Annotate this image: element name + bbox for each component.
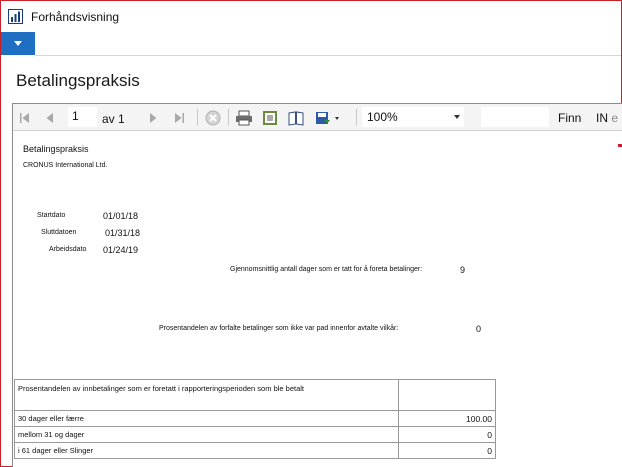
report-viewer: 1 av 1 100% Finn IN e Betalingspraksis C…: [12, 103, 622, 467]
next-button[interactable]: IN e: [596, 111, 618, 125]
print-layout-icon[interactable]: [288, 109, 304, 126]
toolbar-divider: [228, 109, 229, 126]
table-row-value: 100.00: [398, 410, 496, 427]
table-row: i 61 dager eller Slinger 0: [14, 442, 496, 459]
zoom-select[interactable]: 100%: [362, 107, 464, 127]
toolbar-divider: [356, 109, 357, 126]
zoom-value: 100%: [367, 110, 398, 124]
table-header-cell: Prosentandelen av innbetalinger som er f…: [14, 379, 399, 411]
find-button[interactable]: Finn: [558, 111, 581, 125]
next-label-text: IN: [596, 111, 608, 125]
toolbar-divider: [197, 109, 198, 126]
avg-days-label: Gjennomsnittlig antall dager som er tatt…: [230, 266, 423, 273]
divider: [35, 55, 621, 56]
end-date-value: 01/31/18: [105, 228, 141, 238]
next-label-faded: e: [611, 111, 619, 125]
table-row-value: 0: [398, 442, 496, 459]
pct-overdue-value: 0: [476, 324, 482, 334]
next-page-icon[interactable]: [147, 109, 159, 126]
table-row-value: 0: [398, 426, 496, 443]
avg-days-value: 9: [460, 265, 466, 275]
pct-overdue-label: Prosentandelen av forfalte betalinger so…: [159, 325, 399, 332]
stop-icon[interactable]: [205, 109, 221, 126]
start-date-value: 01/01/18: [103, 211, 139, 221]
table-header-value-cell: [398, 379, 496, 411]
start-date-label: Startdato: [37, 212, 66, 219]
page-setup-icon[interactable]: [262, 109, 278, 126]
app-menu-button[interactable]: [1, 32, 35, 55]
company-name: CRONUS International Ltd.: [23, 162, 108, 169]
work-date-value: 01/24/19: [103, 245, 139, 255]
chevron-down-icon: [454, 115, 460, 119]
last-page-icon[interactable]: [173, 109, 185, 126]
work-date-label: Arbeidsdato: [49, 246, 87, 253]
report-toolbar: 1 av 1 100% Finn IN e: [13, 104, 622, 131]
table-row-label: mellom 31 og dager: [14, 426, 399, 443]
find-input[interactable]: [481, 107, 549, 127]
table-row-label: 30 dager eller færre: [14, 410, 399, 427]
table-row: 30 dager eller færre 100.00: [14, 410, 496, 427]
table-row: mellom 31 og dager 0: [14, 426, 496, 443]
page-title: Betalingspraksis: [16, 71, 140, 90]
report-title: Betalingspraksis: [23, 144, 89, 154]
end-date-label: Sluttdatoen: [41, 229, 77, 236]
payment-period-table: Prosentandelen av innbetalinger som er f…: [14, 379, 496, 459]
first-page-icon[interactable]: [19, 109, 31, 126]
export-icon[interactable]: [314, 109, 342, 126]
report-chart-icon: [8, 9, 23, 24]
print-icon[interactable]: [235, 109, 253, 126]
page-count-label: av 1: [102, 112, 125, 126]
table-row-label: i 61 dager eller Slinger: [14, 442, 399, 459]
title-bar: Forhåndsvisning: [1, 1, 621, 31]
page-number-input[interactable]: 1: [68, 107, 97, 127]
previous-page-icon[interactable]: [44, 109, 56, 126]
window-title: Forhåndsvisning: [31, 10, 120, 24]
chevron-down-icon: [14, 41, 22, 46]
table-header-row: Prosentandelen av innbetalinger som er f…: [14, 379, 496, 411]
report-page: Betalingspraksis CRONUS International Lt…: [13, 132, 622, 467]
